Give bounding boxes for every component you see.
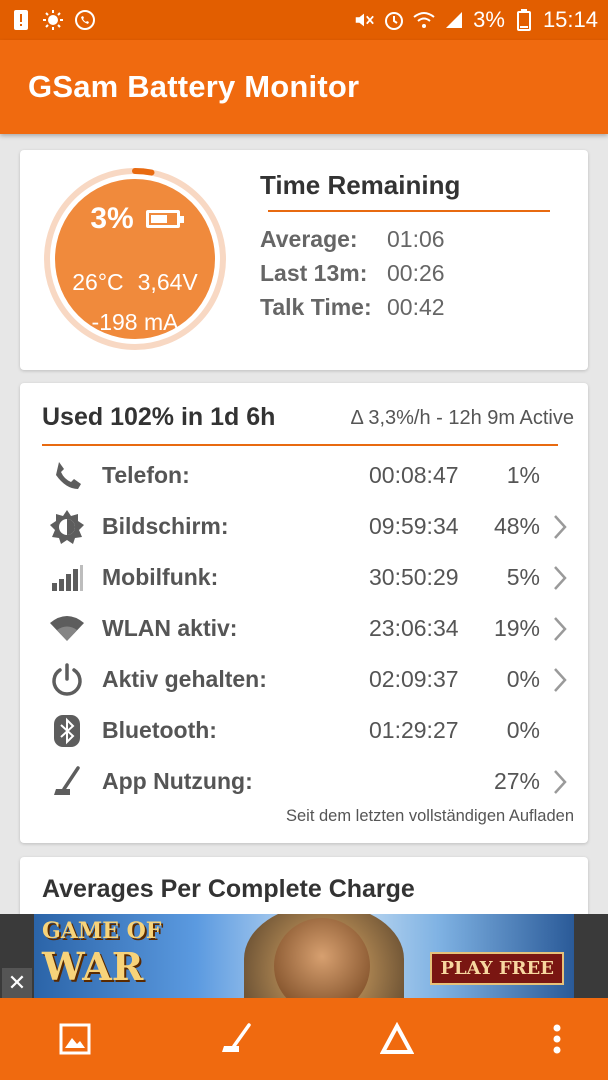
usage-time: 01:29:27	[369, 717, 459, 743]
clock: 15:14	[542, 7, 598, 32]
usage-time: 30:50:29	[369, 564, 459, 590]
app-bar: GSam Battery Monitor	[0, 40, 608, 134]
chevron-right-icon[interactable]	[550, 564, 570, 592]
app-title: GSam Battery Monitor	[28, 69, 360, 104]
alert-icon	[10, 9, 32, 31]
usage-percent: 0%	[506, 717, 540, 743]
battery-status-card[interactable]: 3% 26°C 3,64V -198 mA Time Remaining Aver…	[20, 150, 588, 370]
ad-title-line1: GAME OF	[42, 918, 162, 944]
usage-label: Aktiv gehalten:	[102, 666, 267, 692]
ad-banner[interactable]: GAME OF WAR PLAY FREE ✕	[0, 914, 608, 998]
time-remaining-value: 01:06	[387, 225, 445, 252]
wifi-icon	[48, 610, 86, 648]
usage-row-mobilfunk[interactable]: Mobilfunk: 30:50:29 5%	[20, 552, 588, 603]
time-remaining-title: Time Remaining	[260, 170, 461, 200]
battery-percent: 3%	[473, 7, 505, 32]
divider	[42, 444, 558, 446]
ad-play-button[interactable]: PLAY FREE	[430, 952, 564, 985]
battery-current: -198 mA	[91, 309, 179, 335]
divider	[268, 210, 550, 212]
battery-gauge-percent: 3%	[90, 202, 134, 235]
time-remaining-value: 00:26	[387, 259, 445, 286]
chevron-right-icon[interactable]	[550, 513, 570, 541]
mute-icon	[353, 9, 375, 31]
usage-row-app-nutzung[interactable]: App Nutzung: 27%	[20, 756, 588, 807]
usage-list: Telefon: 00:08:47 1% Bildschirm: 09:59:3…	[20, 450, 588, 807]
time-remaining-row: Talk Time: 00:42	[260, 290, 445, 324]
usage-time: 09:59:34	[369, 513, 459, 539]
usage-footer: Seit dem letzten vollständigen Aufladen	[285, 807, 574, 825]
app-usage-icon[interactable]	[216, 1018, 258, 1060]
status-bar: 3% 15:14	[0, 0, 608, 40]
usage-row-aktiv-gehalten[interactable]: Aktiv gehalten: 02:09:37 0%	[20, 654, 588, 705]
usage-percent: 5%	[506, 564, 540, 590]
usage-percent: 48%	[493, 513, 540, 539]
battery-voltage: 3,64V	[137, 269, 198, 295]
usage-time: 02:09:37	[369, 666, 459, 692]
usage-subtitle: Δ 3,3%/h - 12h 9m Active	[350, 407, 574, 429]
alarm-icon	[383, 9, 405, 31]
cell-signal-icon	[48, 559, 86, 597]
averages-title: Averages Per Complete Charge	[42, 875, 415, 903]
ad-title-line2: WAR	[42, 944, 144, 989]
time-remaining-list: Average: 01:06 Last 13m: 00:26 Talk Time…	[260, 222, 445, 324]
brightness-icon	[42, 9, 64, 31]
power-icon	[48, 661, 86, 699]
time-remaining-row: Last 13m: 00:26	[260, 256, 445, 290]
time-remaining-row: Average: 01:06	[260, 222, 445, 256]
signal-icon	[443, 9, 465, 31]
battery-gauge[interactable]: 3% 26°C 3,64V -198 mA	[40, 164, 230, 354]
battery-icon	[513, 9, 535, 31]
time-remaining-value: 00:42	[387, 293, 445, 320]
usage-title: Used 102% in 1d 6h	[42, 403, 276, 431]
image-icon[interactable]	[54, 1018, 96, 1060]
usage-row-wlan[interactable]: WLAN aktiv: 23:06:34 19%	[20, 603, 588, 654]
usage-label: WLAN aktiv:	[102, 615, 238, 641]
time-remaining-label: Last 13m:	[260, 259, 368, 286]
delta-icon[interactable]	[376, 1018, 418, 1060]
usage-time: 00:08:47	[369, 462, 459, 488]
close-icon[interactable]: ✕	[2, 968, 32, 998]
chevron-right-icon[interactable]	[550, 666, 570, 694]
more-vert-icon[interactable]	[536, 1018, 578, 1060]
usage-row-bildschirm[interactable]: Bildschirm: 09:59:34 48%	[20, 501, 588, 552]
usage-row-telefon[interactable]: Telefon: 00:08:47 1%	[20, 450, 588, 501]
bluetooth-icon	[48, 712, 86, 750]
phone-icon	[48, 457, 86, 495]
chevron-right-icon[interactable]	[550, 615, 570, 643]
whatsapp-icon	[74, 9, 96, 31]
wifi-icon	[413, 9, 435, 31]
chevron-right-icon[interactable]	[550, 768, 570, 796]
bottom-bar	[0, 998, 608, 1080]
usage-percent: 27%	[493, 768, 540, 794]
usage-label: Mobilfunk:	[102, 564, 219, 590]
usage-time: 23:06:34	[369, 615, 459, 641]
app-usage-icon	[48, 763, 86, 801]
usage-label: Bluetooth:	[102, 717, 217, 743]
time-remaining-label: Average:	[260, 225, 358, 252]
brightness-icon	[48, 508, 86, 546]
usage-label: Bildschirm:	[102, 513, 229, 539]
ad-image[interactable]: GAME OF WAR PLAY FREE	[34, 914, 574, 998]
time-remaining-label: Talk Time:	[260, 293, 372, 320]
usage-label: Telefon:	[102, 462, 190, 488]
usage-label: App Nutzung:	[102, 768, 253, 794]
usage-percent: 1%	[506, 462, 540, 488]
usage-row-bluetooth[interactable]: Bluetooth: 01:29:27 0%	[20, 705, 588, 756]
usage-percent: 0%	[506, 666, 540, 692]
usage-percent: 19%	[493, 615, 540, 641]
battery-icon	[145, 210, 184, 228]
battery-temperature: 26°C	[72, 269, 124, 295]
usage-card: Used 102% in 1d 6h Δ 3,3%/h - 12h 9m Act…	[20, 383, 588, 843]
